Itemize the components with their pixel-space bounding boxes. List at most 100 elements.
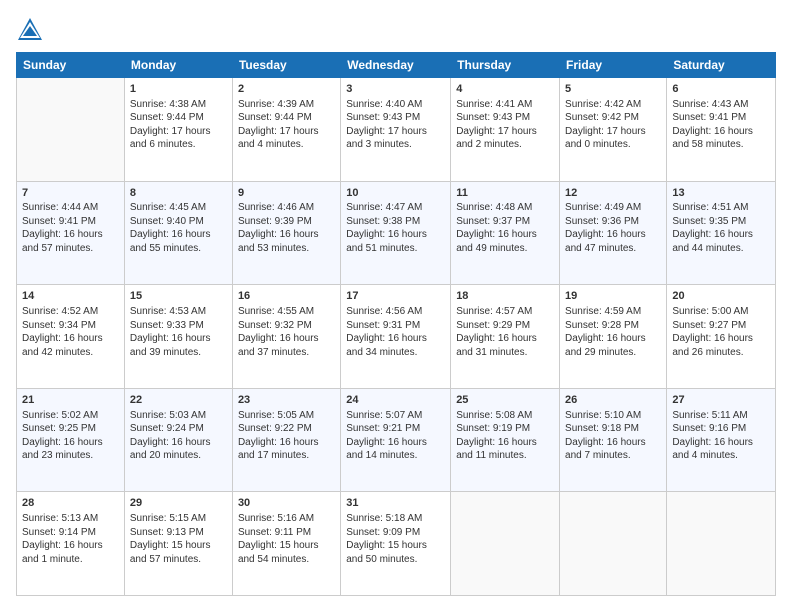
day-number: 29: [130, 496, 227, 511]
sunset-text: Sunset: 9:35 PM: [672, 216, 746, 227]
daylight-text: Daylight: 16 hours and 7 minutes.: [565, 437, 646, 462]
daylight-text: Daylight: 16 hours and 20 minutes.: [130, 437, 211, 462]
daylight-text: Daylight: 17 hours and 2 minutes.: [456, 126, 537, 151]
sunrise-text: Sunrise: 5:11 AM: [672, 410, 747, 421]
calendar-cell: 3Sunrise: 4:40 AMSunset: 9:43 PMDaylight…: [341, 78, 451, 182]
sunrise-text: Sunrise: 4:39 AM: [238, 99, 314, 110]
page: SundayMondayTuesdayWednesdayThursdayFrid…: [0, 0, 792, 612]
sunrise-text: Sunrise: 4:56 AM: [346, 306, 422, 317]
calendar-cell: 30Sunrise: 5:16 AMSunset: 9:11 PMDayligh…: [232, 492, 340, 596]
sunrise-text: Sunrise: 5:07 AM: [346, 410, 422, 421]
calendar-cell: 20Sunrise: 5:00 AMSunset: 9:27 PMDayligh…: [667, 285, 776, 389]
sunset-text: Sunset: 9:33 PM: [130, 320, 204, 331]
calendar-cell: 24Sunrise: 5:07 AMSunset: 9:21 PMDayligh…: [341, 388, 451, 492]
calendar-cell: [560, 492, 667, 596]
sunset-text: Sunset: 9:38 PM: [346, 216, 420, 227]
sunrise-text: Sunrise: 4:55 AM: [238, 306, 314, 317]
calendar-cell: 28Sunrise: 5:13 AMSunset: 9:14 PMDayligh…: [17, 492, 125, 596]
sunset-text: Sunset: 9:21 PM: [346, 423, 420, 434]
calendar-cell: [451, 492, 560, 596]
calendar-cell: [17, 78, 125, 182]
sunrise-text: Sunrise: 4:43 AM: [672, 99, 748, 110]
sunrise-text: Sunrise: 5:08 AM: [456, 410, 532, 421]
header: [16, 16, 776, 44]
sunset-text: Sunset: 9:40 PM: [130, 216, 204, 227]
sunrise-text: Sunrise: 5:15 AM: [130, 513, 206, 524]
daylight-text: Daylight: 16 hours and 1 minute.: [22, 540, 103, 565]
sunset-text: Sunset: 9:39 PM: [238, 216, 312, 227]
day-number: 21: [22, 393, 119, 408]
sunrise-text: Sunrise: 4:42 AM: [565, 99, 641, 110]
daylight-text: Daylight: 17 hours and 4 minutes.: [238, 126, 319, 151]
daylight-text: Daylight: 16 hours and 39 minutes.: [130, 333, 211, 358]
sunrise-text: Sunrise: 5:00 AM: [672, 306, 748, 317]
day-number: 2: [238, 82, 335, 97]
day-number: 4: [456, 82, 554, 97]
col-header-friday: Friday: [560, 53, 667, 78]
calendar-cell: 22Sunrise: 5:03 AMSunset: 9:24 PMDayligh…: [124, 388, 232, 492]
sunset-text: Sunset: 9:18 PM: [565, 423, 639, 434]
calendar-cell: 8Sunrise: 4:45 AM Sunset: 9:40 PM Daylight…: [124, 181, 232, 285]
day-number: 11: [456, 186, 554, 201]
sunset-text: Sunset: 9:34 PM: [22, 320, 96, 331]
day-number: 16: [238, 289, 335, 304]
sunset-text: Sunset: 9:29 PM: [456, 320, 530, 331]
calendar-cell: 4Sunrise: 4:41 AMSunset: 9:43 PMDaylight…: [451, 78, 560, 182]
calendar-cell: 5Sunrise: 4:42 AMSunset: 9:42 PMDaylight…: [560, 78, 667, 182]
week-row-5: 28Sunrise: 5:13 AMSunset: 9:14 PMDayligh…: [17, 492, 776, 596]
day-number: 7: [22, 186, 119, 201]
calendar-cell: 11Sunrise: 4:48 AMSunset: 9:37 PMDayligh…: [451, 181, 560, 285]
day-number: 9: [238, 186, 335, 201]
calendar-cell: 13Sunrise: 4:51 AMSunset: 9:35 PMDayligh…: [667, 181, 776, 285]
daylight-text: Daylight: 16 hours and 49 minutes.: [456, 229, 537, 254]
calendar-cell: 17Sunrise: 4:56 AMSunset: 9:31 PMDayligh…: [341, 285, 451, 389]
daylight-text: Daylight: 16 hours and 55 minutes.: [130, 229, 211, 254]
daylight-text: Daylight: 16 hours and 26 minutes.: [672, 333, 753, 358]
day-number: 22: [130, 393, 227, 408]
sunrise-text: Sunrise: 4:53 AM: [130, 306, 206, 317]
sunset-text: Sunset: 9:25 PM: [22, 423, 96, 434]
week-row-2: 7Sunrise: 4:44 AMSunset: 9:41 PMDaylight…: [17, 181, 776, 285]
day-number: 18: [456, 289, 554, 304]
day-number: 25: [456, 393, 554, 408]
daylight-text: Daylight: 17 hours and 0 minutes.: [565, 126, 646, 151]
daylight-text: Daylight: 17 hours and 3 minutes.: [346, 126, 427, 151]
day-number: 1: [130, 82, 227, 97]
calendar-cell: 9Sunrise: 4:46 AM Sunset: 9:39 PM Daylight…: [232, 181, 340, 285]
sunset-text: Sunset: 9:41 PM: [672, 112, 746, 123]
day-number: 13: [672, 186, 770, 201]
sunset-text: Sunset: 9:24 PM: [130, 423, 204, 434]
daylight-text: Daylight: 17 hours and 6 minutes.: [130, 126, 211, 151]
col-header-thursday: Thursday: [451, 53, 560, 78]
calendar-cell: 7Sunrise: 4:44 AMSunset: 9:41 PMDaylight…: [17, 181, 125, 285]
day-number: 8: [130, 186, 227, 201]
calendar-cell: 10Sunrise: 4:47 AMSunset: 9:38 PMDayligh…: [341, 181, 451, 285]
sunset-text: Sunset: 9:11 PM: [238, 527, 311, 538]
calendar-cell: 12Sunrise: 4:49 AMSunset: 9:36 PMDayligh…: [560, 181, 667, 285]
daylight-text: Daylight: 15 hours and 57 minutes.: [130, 540, 211, 565]
sunrise-text: Sunrise: 4:40 AM: [346, 99, 422, 110]
day-number: 10: [346, 186, 445, 201]
daylight-text: Daylight: 16 hours and 44 minutes.: [672, 229, 753, 254]
col-header-saturday: Saturday: [667, 53, 776, 78]
daylight-text: Daylight: 16 hours and 57 minutes.: [22, 229, 103, 254]
sunrise-text: Sunrise: 4:57 AM: [456, 306, 532, 317]
daylight-text: Daylight: 16 hours and 23 minutes.: [22, 437, 103, 462]
sunset-text: Sunset: 9:36 PM: [565, 216, 639, 227]
sunrise-text: Sunrise: 5:18 AM: [346, 513, 422, 524]
calendar-cell: [667, 492, 776, 596]
daylight-text: Daylight: 16 hours and 53 minutes.: [238, 229, 319, 254]
sunrise-text: Sunrise: 4:47 AM: [346, 202, 422, 213]
daylight-text: Daylight: 15 hours and 50 minutes.: [346, 540, 427, 565]
sunset-text: Sunset: 9:14 PM: [22, 527, 96, 538]
sunrise-text: Sunrise: 4:46 AM: [238, 202, 314, 213]
sunset-text: Sunset: 9:42 PM: [565, 112, 639, 123]
sunrise-text: Sunrise: 5:10 AM: [565, 410, 641, 421]
calendar-table: SundayMondayTuesdayWednesdayThursdayFrid…: [16, 52, 776, 596]
day-number: 3: [346, 82, 445, 97]
sunrise-text: Sunrise: 4:45 AM: [130, 202, 206, 213]
calendar-cell: 31Sunrise: 5:18 AMSunset: 9:09 PMDayligh…: [341, 492, 451, 596]
header-row: SundayMondayTuesdayWednesdayThursdayFrid…: [17, 53, 776, 78]
calendar-cell: 26Sunrise: 5:10 AMSunset: 9:18 PMDayligh…: [560, 388, 667, 492]
daylight-text: Daylight: 16 hours and 34 minutes.: [346, 333, 427, 358]
